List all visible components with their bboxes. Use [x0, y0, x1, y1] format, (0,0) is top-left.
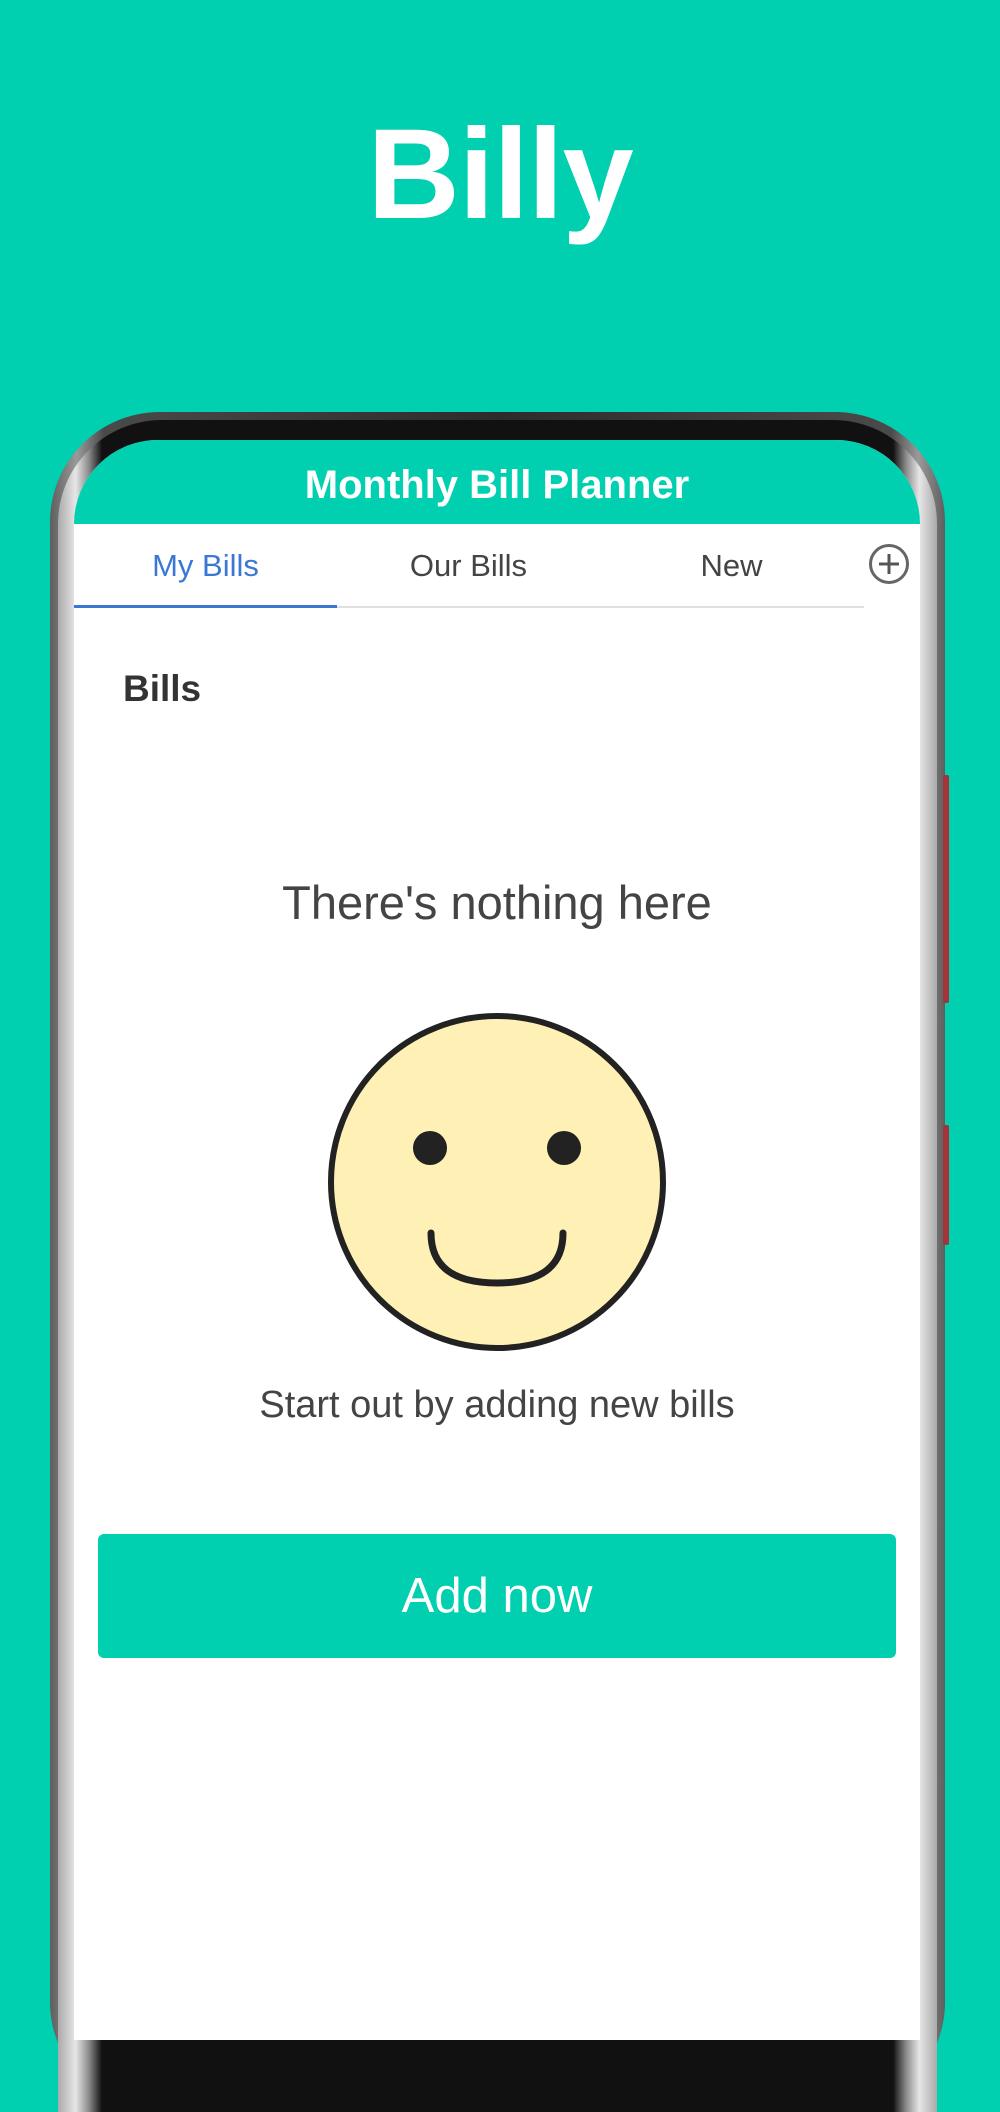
promo-title: Billy [367, 103, 633, 246]
plus-circle-icon [879, 554, 899, 574]
phone-side-button-upper [943, 775, 949, 1003]
phone-side-button-lower [943, 1125, 949, 1245]
app-header-title: Monthly Bill Planner [74, 440, 920, 524]
empty-state-heading: There's nothing here [282, 876, 712, 929]
tab-my-bills[interactable]: My Bills [74, 524, 337, 606]
section-title: Bills [123, 668, 202, 709]
add-now-button[interactable]: Add now [98, 1534, 896, 1658]
empty-state-subtitle: Start out by adding new bills [259, 1384, 735, 1426]
add-tab-button[interactable] [869, 544, 909, 584]
phone-screen: Monthly Bill Planner My Bills Our Bills … [74, 440, 920, 2040]
tab-our-bills[interactable]: Our Bills [337, 524, 600, 606]
tab-new[interactable]: New [600, 524, 863, 606]
tab-bar: My Bills Our Bills New [74, 524, 864, 608]
smiley-face-icon [328, 1013, 666, 1351]
active-tab-indicator [74, 605, 337, 608]
